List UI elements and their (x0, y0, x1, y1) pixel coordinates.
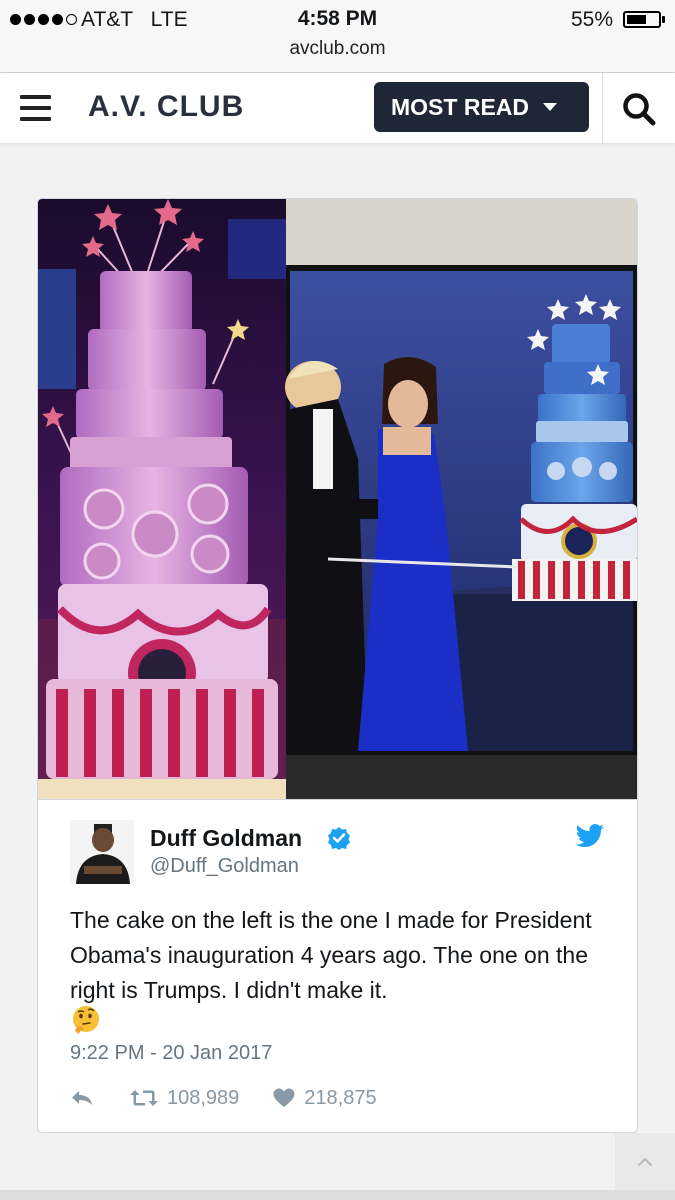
hamburger-menu-icon[interactable] (20, 95, 51, 121)
site-header: A.V. CLUB MOST READ (0, 73, 675, 143)
page-bottom-strip (0, 1190, 675, 1200)
retweet-button[interactable]: 108,989 (130, 1087, 239, 1110)
verified-badge-icon (328, 827, 350, 850)
battery-percentage: 55% (570, 8, 613, 31)
chevron-down-icon (543, 103, 557, 111)
chevron-up-icon (637, 1157, 653, 1167)
tweet-photo[interactable] (38, 199, 637, 800)
address-bar-url[interactable]: avclub.com (0, 38, 675, 60)
tweet-text: The cake on the left is the one I made f… (70, 907, 592, 1003)
reply-icon (72, 1091, 92, 1105)
most-read-label: MOST READ (391, 93, 529, 120)
avatar[interactable] (70, 820, 134, 884)
like-count: 218,875 (304, 1086, 377, 1109)
tweet-timestamp[interactable]: 9:22 PM - 20 Jan 2017 (70, 1042, 272, 1065)
scroll-to-top-button[interactable] (615, 1133, 675, 1193)
heart-icon (273, 1088, 295, 1107)
search-icon (623, 93, 656, 126)
author-name[interactable]: Duff Goldman (150, 825, 302, 852)
status-bar: AT&T LTE 4:58 PM 55% avclub.com (0, 0, 675, 73)
thinking-face-icon (73, 1006, 99, 1034)
search-button[interactable] (603, 73, 675, 143)
twitter-bird-icon[interactable] (575, 824, 605, 848)
retweet-count: 108,989 (167, 1086, 240, 1109)
most-read-button[interactable]: MOST READ (374, 82, 589, 132)
reply-button[interactable] (70, 1089, 94, 1107)
retweet-icon (130, 1090, 158, 1106)
embedded-tweet: Duff Goldman @Duff_Goldman The cake on t… (37, 198, 638, 1133)
author-handle[interactable]: @Duff_Goldman (150, 855, 299, 878)
battery-icon (623, 11, 665, 28)
tweet-actions: 108,989 218,875 (70, 1086, 377, 1110)
like-button[interactable]: 218,875 (273, 1086, 377, 1110)
site-logo[interactable]: A.V. CLUB (88, 90, 244, 124)
